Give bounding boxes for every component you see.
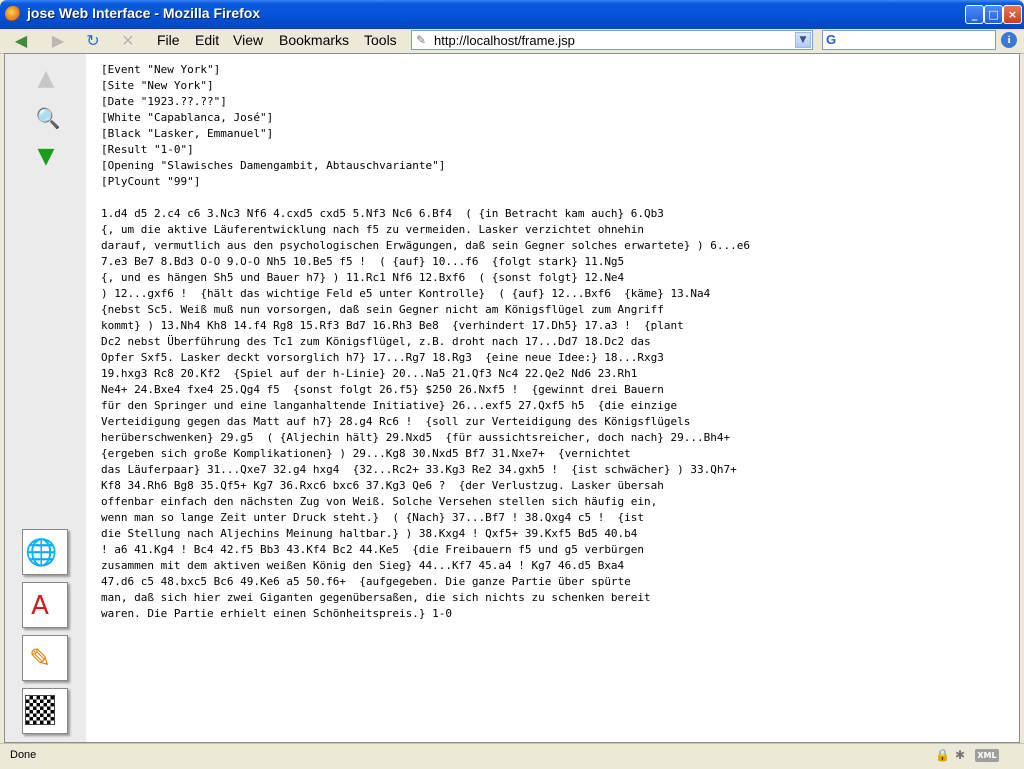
down-arrow-icon[interactable]: ▼ [31,144,61,169]
chessboard-icon [25,695,55,725]
popup-blocker-icon[interactable]: ✱ [955,748,965,762]
maximize-button[interactable]: □ [984,5,1003,24]
title-bar: jose Web Interface - Mozilla Firefox _ □… [0,0,1024,29]
info-icon[interactable]: i [1001,32,1017,48]
edit-export-button[interactable]: ✎ [22,635,68,681]
search-input[interactable]: G [822,30,996,50]
url-bar[interactable]: ✎ http://localhost/frame.jsp ▼ [411,30,813,50]
html-export-button[interactable]: 🌐 [22,529,68,575]
up-arrow-icon[interactable]: ▲ [31,66,61,91]
minimize-button[interactable]: _ [965,5,984,24]
status-text: Done [10,749,37,761]
menu-tools[interactable]: Tools [364,32,397,48]
globe-icon: 🌐 [25,538,58,568]
menu-view[interactable]: View [233,32,263,48]
menu-edit[interactable]: Edit [195,32,219,48]
reload-icon[interactable]: ↻ [80,31,106,51]
back-arrow-icon[interactable]: ◀ [8,31,34,51]
menu-bookmarks[interactable]: Bookmarks [279,32,349,48]
pgn-text: [Event "New York"] [Site "New York"] [Da… [101,63,751,620]
sidebar: ▲ 🔍 ▼ 🌐 A ✎ [5,54,86,742]
edit-icon: ✎ [29,644,51,674]
forward-arrow-icon[interactable]: ▶ [45,31,71,51]
google-search-icon[interactable]: G [826,32,836,47]
url-input[interactable]: http://localhost/frame.jsp [434,33,575,48]
menu-file[interactable]: File [157,32,180,48]
window-title: jose Web Interface - Mozilla Firefox [27,5,261,21]
firefox-icon [5,6,21,22]
board-export-button[interactable] [22,688,68,734]
url-dropdown-icon[interactable]: ▼ [795,32,811,48]
navigation-toolbar: ◀ ▶ ↻ ✕ File Edit View Bookmarks Tools ✎… [0,29,1024,54]
xml-icon[interactable]: XML [975,749,999,762]
close-button[interactable]: × [1003,5,1022,24]
status-bar: Done 🔒 ✱ XML [0,743,1024,769]
page-icon: ✎ [416,33,427,47]
lock-icon[interactable]: 🔒 [935,748,950,762]
pdf-icon: A [31,591,49,621]
stop-icon[interactable]: ✕ [115,31,141,51]
pdf-export-button[interactable]: A [22,582,68,628]
content-frame: ▲ 🔍 ▼ 🌐 A ✎ [Event "New York"] [Site "Ne… [4,53,1020,743]
search-icon[interactable]: 🔍 [33,106,63,130]
